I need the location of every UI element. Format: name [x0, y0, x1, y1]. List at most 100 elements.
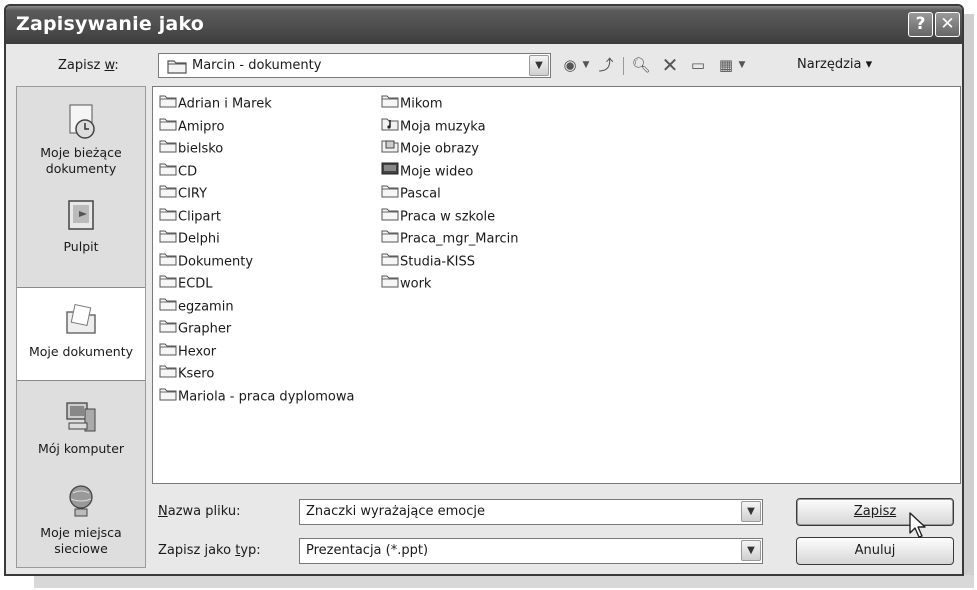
- network-places-icon: [69, 485, 93, 517]
- up-folder-icon[interactable]: ⤴: [595, 54, 617, 76]
- list-item[interactable]: CIRY: [159, 183, 207, 203]
- folder-icon: [159, 386, 177, 408]
- list-item-label: Moje wideo: [400, 164, 474, 179]
- list-item-label: CIRY: [178, 186, 208, 202]
- close-button[interactable]: ✕: [935, 12, 960, 37]
- folder-icon: [159, 116, 177, 138]
- search-web-icon[interactable]: 🔍︎: [629, 54, 653, 76]
- music-folder-icon: [381, 116, 399, 138]
- save-as-dialog: Zapisywanie jako ? ✕ Zapisz w: Marcin - …: [4, 4, 964, 576]
- delete-icon[interactable]: ✕: [659, 54, 681, 76]
- title-bar: Zapisywanie jako ? ✕: [6, 6, 962, 44]
- folder-icon: [381, 273, 399, 295]
- filetype-label: Zapisz jako typ:: [158, 543, 261, 558]
- list-item[interactable]: Mariola - praca dyplomowa: [159, 386, 354, 406]
- my-documents-icon: [66, 303, 96, 334]
- place-my-documents[interactable]: Moje dokumenty: [17, 287, 145, 381]
- back-dropdown-icon[interactable]: ▼: [581, 54, 591, 76]
- help-button[interactable]: ?: [908, 12, 933, 37]
- list-item[interactable]: CD: [159, 161, 197, 181]
- folder-icon: [381, 206, 399, 228]
- filetype-value: Prezentacja (*.ppt): [306, 543, 429, 558]
- filename-field[interactable]: Znaczki wyrażające emocje ▼: [299, 499, 763, 525]
- list-item[interactable]: Moja muzyka: [381, 116, 486, 136]
- tools-menu[interactable]: Narzędzia ▾: [797, 57, 872, 72]
- desktop-icon: [68, 200, 94, 230]
- dialog-title: Zapisywanie jako: [16, 13, 205, 35]
- list-item[interactable]: Adrian i Marek: [159, 93, 272, 113]
- list-item[interactable]: Hexor: [159, 341, 216, 361]
- folder-icon: [159, 206, 177, 228]
- list-item[interactable]: Studia-KISS: [381, 251, 475, 271]
- chevron-down-icon[interactable]: ▼: [529, 55, 549, 76]
- folder-icon: [167, 60, 187, 74]
- list-item-label: ECDL: [178, 276, 213, 292]
- chevron-down-icon[interactable]: ▼: [741, 540, 761, 561]
- new-folder-icon[interactable]: ▭: [687, 54, 709, 76]
- folder-icon: [159, 341, 177, 363]
- chevron-down-icon[interactable]: ▼: [741, 501, 761, 522]
- pictures-folder-icon: [381, 138, 399, 160]
- list-item-label: Ksero: [178, 366, 215, 382]
- filetype-select[interactable]: Prezentacja (*.ppt) ▼: [299, 538, 763, 564]
- file-list[interactable]: Adrian i Marek Amipro bielsko CD CIRY Clipart…: [152, 86, 961, 484]
- list-item[interactable]: Praca w szkole: [381, 206, 495, 226]
- list-item[interactable]: Praca_mgr_Marcin: [381, 228, 519, 248]
- list-item-label: Mikom: [400, 96, 443, 112]
- place-my-computer[interactable]: Mój komputer: [17, 397, 145, 457]
- list-item[interactable]: egzamin: [159, 296, 234, 316]
- list-item-label: Praca_mgr_Marcin: [400, 231, 519, 247]
- folder-icon: [159, 93, 177, 115]
- folder-icon: [381, 251, 399, 273]
- list-item-label: Studia-KISS: [400, 254, 475, 269]
- list-item[interactable]: Moje obrazy: [381, 138, 479, 158]
- folder-icon: [159, 161, 177, 183]
- save-in-value: Marcin - dokumenty: [192, 58, 322, 73]
- save-in-label: Zapisz w:: [58, 58, 119, 73]
- folder-icon: [159, 363, 177, 385]
- list-item-label: Moje obrazy: [400, 141, 479, 157]
- save-in-dropdown[interactable]: Marcin - dokumenty ▼: [158, 53, 551, 78]
- list-item[interactable]: Mikom: [381, 93, 443, 113]
- folder-icon: [381, 93, 399, 115]
- folder-icon: [159, 138, 177, 160]
- my-computer-icon: [66, 402, 96, 432]
- list-item[interactable]: Dokumenty: [159, 251, 253, 271]
- list-item-label: bielsko: [178, 141, 224, 157]
- list-item-label: Clipart: [178, 209, 221, 224]
- save-button[interactable]: Zapisz: [796, 498, 954, 526]
- folder-icon: [159, 183, 177, 205]
- list-item-label: egzamin: [178, 299, 234, 314]
- folder-icon: [159, 251, 177, 273]
- list-item[interactable]: Moje wideo: [381, 161, 473, 181]
- places-bar: Moje bieżące dokumenty Pulpit Moje dokum…: [16, 86, 146, 568]
- folder-icon: [381, 228, 399, 250]
- list-item-label: work: [400, 276, 432, 292]
- list-item[interactable]: bielsko: [159, 138, 223, 158]
- place-desktop[interactable]: Pulpit: [17, 195, 145, 255]
- list-item[interactable]: Pascal: [381, 183, 441, 203]
- list-item-label: Adrian i Marek: [178, 96, 272, 112]
- views-icon[interactable]: ▦: [715, 54, 737, 76]
- cancel-button[interactable]: Anuluj: [796, 537, 954, 565]
- folder-icon: [159, 318, 177, 340]
- list-item[interactable]: Amipro: [159, 116, 224, 136]
- list-item[interactable]: ECDL: [159, 273, 213, 293]
- back-icon[interactable]: ◉: [559, 54, 581, 76]
- views-dropdown-icon[interactable]: ▼: [737, 54, 747, 76]
- place-recent-documents[interactable]: Moje bieżące dokumenty: [17, 101, 145, 177]
- list-item-label: Mariola - praca dyplomowa: [178, 389, 355, 404]
- list-item-label: Praca w szkole: [400, 209, 496, 224]
- list-item[interactable]: Delphi: [159, 228, 220, 248]
- folder-icon: [381, 183, 399, 205]
- list-item[interactable]: Grapher: [159, 318, 231, 338]
- list-item[interactable]: Clipart: [159, 206, 221, 226]
- place-network[interactable]: Moje miejsca sieciowe: [17, 481, 145, 557]
- list-item-label: Pascal: [400, 186, 441, 202]
- folder-icon: [159, 273, 177, 295]
- folder-icon: [159, 228, 177, 250]
- list-item[interactable]: work: [381, 273, 431, 293]
- list-item-label: Amipro: [178, 119, 225, 134]
- list-item[interactable]: Ksero: [159, 363, 214, 383]
- list-item-label: Grapher: [178, 321, 232, 337]
